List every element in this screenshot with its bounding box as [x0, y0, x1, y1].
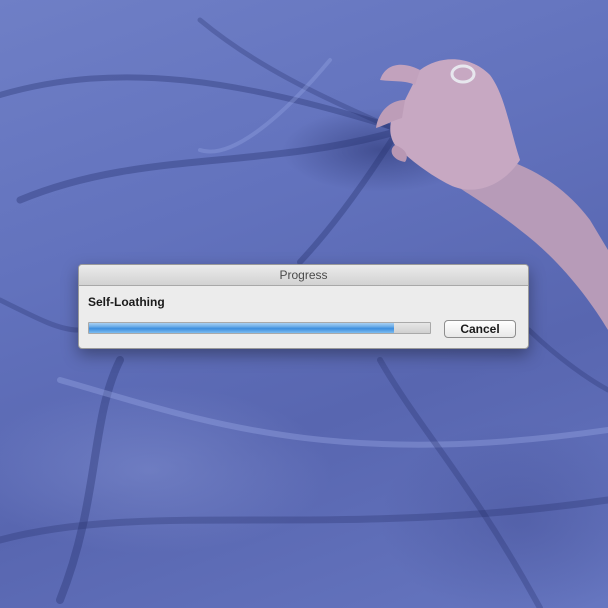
task-label: Self-Loathing [88, 295, 165, 309]
cancel-button[interactable]: Cancel [444, 320, 516, 338]
progress-bar-fill [89, 323, 395, 333]
progress-bar [88, 322, 431, 334]
progress-dialog: Progress Self-Loathing Cancel [78, 264, 529, 349]
dialog-title: Progress [79, 265, 528, 286]
